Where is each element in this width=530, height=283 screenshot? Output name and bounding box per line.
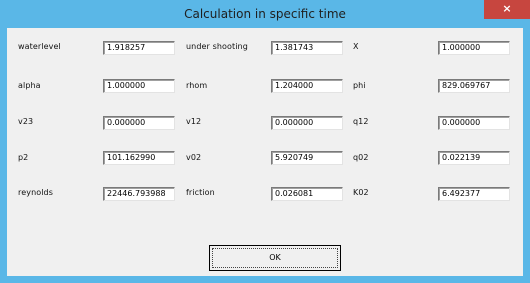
reynolds-field[interactable]: 22446.793988	[103, 187, 175, 201]
p2-label: p2	[18, 153, 29, 162]
rhom-label: rhom	[186, 81, 208, 90]
q12-field[interactable]: 0.000000	[438, 116, 510, 130]
v02-field[interactable]: 5.920749	[271, 151, 343, 165]
alpha-label: alpha	[18, 81, 41, 90]
k02-field[interactable]: 6.492377	[438, 187, 510, 201]
alpha-field[interactable]: 1.000000	[103, 79, 175, 93]
ok-button-label: OK	[269, 253, 281, 262]
ok-button[interactable]: OK	[209, 245, 341, 271]
q12-label: q12	[353, 117, 369, 126]
calculation-dialog: Calculation in specific time × waterleve…	[0, 0, 530, 283]
v23-label: v23	[18, 117, 34, 126]
v23-field[interactable]: 0.000000	[103, 116, 175, 130]
q02-label: q02	[353, 153, 369, 162]
v02-label: v02	[186, 153, 202, 162]
dialog-body: waterlevel 1.918257 under shooting 1.381…	[7, 28, 523, 276]
waterlevel-label: waterlevel	[18, 42, 61, 51]
close-icon: ×	[502, 2, 512, 15]
window-title: Calculation in specific time	[184, 7, 346, 21]
close-button[interactable]: ×	[484, 0, 530, 19]
q02-field[interactable]: 0.022139	[438, 151, 510, 165]
p2-field[interactable]: 101.162990	[103, 151, 175, 165]
title-bar[interactable]: Calculation in specific time ×	[0, 0, 530, 28]
x-label: X	[353, 42, 359, 51]
friction-field[interactable]: 0.026081	[271, 187, 343, 201]
under-shooting-field[interactable]: 1.381743	[271, 41, 343, 55]
phi-label: phi	[353, 81, 366, 90]
k02-label: K02	[353, 188, 369, 197]
friction-label: friction	[186, 188, 215, 197]
reynolds-label: reynolds	[18, 188, 54, 197]
rhom-field[interactable]: 1.204000	[271, 79, 343, 93]
v12-label: v12	[186, 117, 202, 126]
under-shooting-label: under shooting	[186, 42, 248, 51]
x-field[interactable]: 1.000000	[438, 41, 510, 55]
phi-field[interactable]: 829.069767	[438, 79, 510, 93]
waterlevel-field[interactable]: 1.918257	[103, 41, 175, 55]
v12-field[interactable]: 0.000000	[271, 116, 343, 130]
